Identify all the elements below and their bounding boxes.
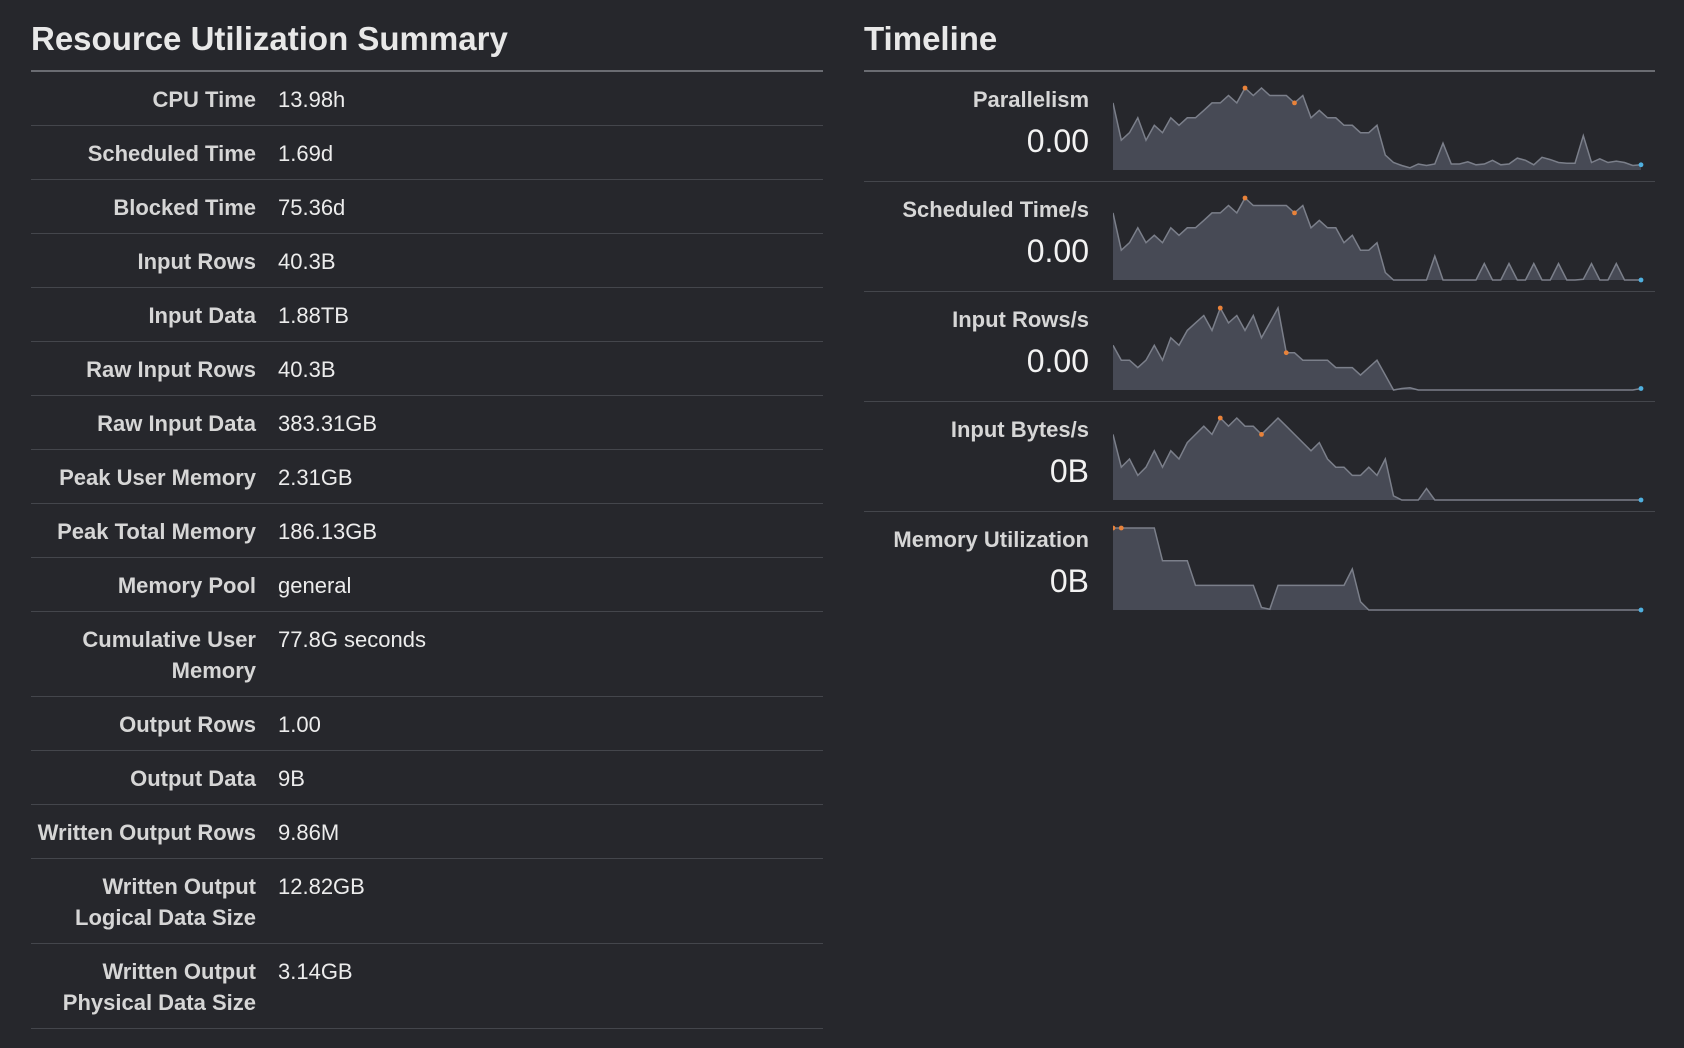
sparkline-chart [1113, 195, 1644, 283]
summary-row-value: general [278, 573, 352, 598]
summary-row-label: Peak Total Memory [57, 519, 256, 544]
sparkline-last-marker [1638, 607, 1644, 613]
timeline-current-value: 0B [1049, 453, 1089, 489]
timeline-current-value: 0.00 [1026, 233, 1089, 269]
sparkline-max-marker [1242, 85, 1248, 91]
timeline-current-value: 0.00 [1026, 343, 1089, 379]
summary-row-label: Output Data [130, 766, 256, 791]
sparkline-area [1113, 198, 1641, 280]
summary-row-label: Written Output Logical Data Size [75, 874, 256, 930]
summary-row: Input Rows 40.3B [31, 234, 823, 288]
summary-row-label: Raw Input Data [97, 411, 256, 436]
timeline-label: Memory Utilization [893, 527, 1089, 552]
summary-row-label: Output Rows [119, 712, 256, 737]
sparkline-chart [1113, 305, 1644, 391]
summary-row-value: 1.88TB [278, 303, 349, 328]
summary-row: Output Data 9B [31, 751, 823, 805]
sparkline-max-marker [1242, 195, 1248, 201]
timeline-panel: Timeline Parallelism 0.00 Scheduled Time/s… [864, 12, 1655, 622]
resource-utilization-summary-panel: Resource Utilization Summary CPU Time 13.… [31, 12, 823, 1029]
timeline-row: Memory Utilization 0B [864, 512, 1655, 622]
timeline-row: Scheduled Time/s 0.00 [864, 182, 1655, 292]
summary-row-label: Input Data [148, 303, 256, 328]
summary-row: Output Rows 1.00 [31, 697, 823, 751]
summary-row-label: Raw Input Rows [86, 357, 256, 382]
summary-row-label: Memory Pool [117, 573, 256, 598]
summary-row-value: 1.00 [278, 712, 321, 737]
timeline-label: Input Rows/s [952, 307, 1089, 332]
sparkline-area [1113, 418, 1641, 500]
summary-row-value: 383.31GB [278, 411, 378, 436]
sparkline-min-marker [1259, 432, 1264, 437]
sparkline-last-marker [1638, 497, 1644, 503]
summary-row: Peak User Memory 2.31GB [31, 450, 823, 504]
summary-row-value: 9B [278, 766, 305, 791]
sparkline-max-marker [1217, 305, 1223, 311]
summary-row-label: Written Output Physical Data Size [62, 959, 256, 1015]
summary-row: Raw Input Data 383.31GB [31, 396, 823, 450]
summary-row: Memory Pool general [31, 558, 823, 612]
summary-row: Cumulative User Memory 77.8G seconds [31, 612, 823, 697]
summary-row-label: Scheduled Time [87, 141, 256, 166]
timeline-current-value: 0.00 [1026, 123, 1089, 159]
summary-row-value: 40.3B [278, 249, 336, 274]
sparkline-last-marker [1638, 386, 1644, 391]
summary-row: Scheduled Time 1.69d [31, 126, 823, 180]
summary-row-label: Peak User Memory [59, 465, 256, 490]
summary-row-value: 13.98h [278, 87, 346, 112]
timeline-label: Input Bytes/s [950, 417, 1089, 442]
summary-row-value: 77.8G seconds [278, 627, 426, 652]
timeline-row: Input Rows/s 0.00 [864, 292, 1655, 402]
summary-row: Written Output Rows 9.86M [31, 805, 823, 859]
sparkline-area [1113, 528, 1641, 610]
summary-row: Written Output Logical Data Size 12.82GB [31, 859, 823, 944]
sparkline-min-marker [1283, 350, 1289, 356]
summary-row: Blocked Time 75.36d [31, 180, 823, 234]
summary-row-value: 40.3B [278, 357, 336, 382]
sparkline-last-marker [1638, 162, 1644, 168]
sparkline-min-marker [1292, 100, 1297, 106]
summary-row-label: CPU Time [152, 87, 256, 112]
timeline-title: Timeline [864, 12, 1655, 72]
summary-row-value: 3.14GB [278, 959, 353, 984]
timeline-current-value: 0B [1049, 563, 1089, 599]
sparkline-chart [1113, 415, 1644, 503]
sparkline-chart [1113, 525, 1644, 613]
sparkline-chart [1113, 85, 1644, 170]
summary-row: CPU Time 13.98h [31, 72, 823, 126]
summary-row-value: 75.36d [278, 195, 346, 220]
timeline-row: Input Bytes/s 0B [864, 402, 1655, 512]
timeline-label: Scheduled Time/s [902, 197, 1089, 222]
summary-row-label: Written Output Rows [37, 820, 256, 845]
sparkline-min-marker [1118, 525, 1124, 531]
sparkline-area [1113, 308, 1641, 390]
summary-table: CPU Time 13.98h Scheduled Time 1.69d Blocked… [31, 72, 823, 1029]
timeline-row: Parallelism 0.00 [864, 72, 1655, 182]
summary-title: Resource Utilization Summary [31, 12, 823, 72]
summary-row: Input Data 1.88TB [31, 288, 823, 342]
timeline-label: Parallelism [972, 87, 1089, 112]
summary-row-label: Input Rows [137, 249, 256, 274]
summary-row: Written Output Physical Data Size 3.14GB [31, 944, 823, 1029]
sparkline-area [1113, 88, 1641, 170]
summary-row-value: 186.13GB [278, 519, 378, 544]
summary-row: Raw Input Rows 40.3B [31, 342, 823, 396]
summary-row-value: 1.69d [278, 141, 334, 166]
sparkline-min-marker [1292, 210, 1297, 216]
sparkline-max-marker [1217, 415, 1223, 421]
summary-row-label: Blocked Time [113, 195, 256, 220]
summary-row-value: 9.86M [278, 820, 340, 845]
summary-row-value: 2.31GB [278, 465, 353, 490]
timeline-list: Parallelism 0.00 Scheduled Time/s 0.00 Input… [864, 72, 1655, 622]
sparkline-last-marker [1638, 277, 1644, 283]
summary-row: Peak Total Memory 186.13GB [31, 504, 823, 558]
summary-row-value: 12.82GB [278, 874, 365, 899]
summary-row-label: Cumulative User Memory [82, 627, 256, 683]
